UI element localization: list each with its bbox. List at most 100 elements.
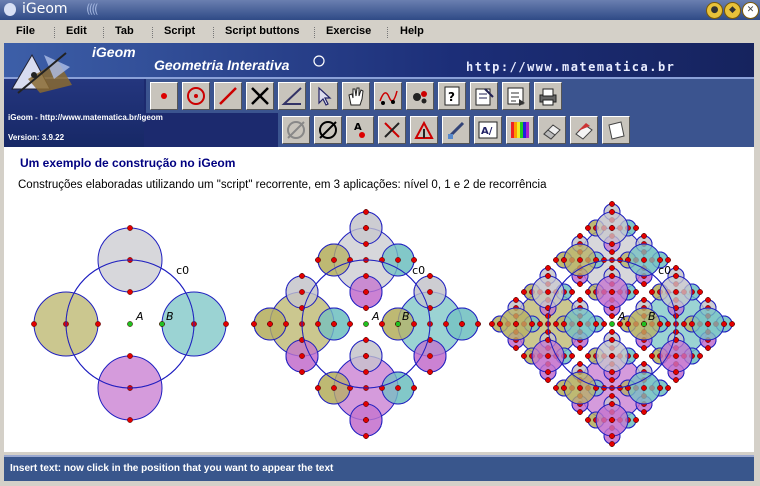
run-script-button[interactable] bbox=[502, 82, 530, 110]
construction-point[interactable] bbox=[609, 273, 615, 279]
construction-point[interactable] bbox=[657, 321, 663, 327]
angle-tool-button[interactable] bbox=[278, 82, 306, 110]
construction-point[interactable] bbox=[127, 417, 133, 423]
construction-point[interactable] bbox=[609, 417, 615, 423]
construction-point[interactable] bbox=[513, 297, 519, 303]
construction-point[interactable] bbox=[641, 345, 647, 351]
construction-point[interactable] bbox=[609, 441, 615, 447]
construction-point[interactable] bbox=[705, 297, 711, 303]
construction-point[interactable] bbox=[609, 337, 615, 343]
construction-point[interactable] bbox=[363, 337, 369, 343]
point-a[interactable] bbox=[363, 321, 369, 327]
construction-point[interactable] bbox=[649, 353, 655, 359]
construction-point[interactable] bbox=[665, 257, 671, 263]
construction-point[interactable] bbox=[577, 257, 583, 263]
construction-point[interactable] bbox=[641, 257, 647, 263]
point-b[interactable] bbox=[641, 321, 647, 327]
construction-point[interactable] bbox=[561, 321, 567, 327]
construction-point[interactable] bbox=[641, 297, 647, 303]
construction-point[interactable] bbox=[553, 257, 559, 263]
construction-point[interactable] bbox=[347, 321, 353, 327]
construction-point[interactable] bbox=[609, 265, 615, 271]
hide-object-button[interactable] bbox=[282, 116, 310, 144]
menu-tab[interactable]: Tab bbox=[115, 25, 134, 37]
menu-exercise[interactable]: Exercise bbox=[326, 25, 371, 37]
construction-point[interactable] bbox=[331, 385, 337, 391]
construction-point[interactable] bbox=[673, 353, 679, 359]
construction-point[interactable] bbox=[585, 225, 591, 231]
construction-point[interactable] bbox=[585, 417, 591, 423]
construction-point[interactable] bbox=[513, 321, 519, 327]
construction-point[interactable] bbox=[427, 353, 433, 359]
construction-point[interactable] bbox=[673, 289, 679, 295]
construction-point[interactable] bbox=[577, 233, 583, 239]
construction-point[interactable] bbox=[427, 369, 433, 375]
show-hidden-button[interactable] bbox=[314, 116, 342, 144]
construction-point[interactable] bbox=[577, 321, 583, 327]
minimize-button[interactable]: ● bbox=[706, 2, 723, 19]
clear-button[interactable] bbox=[602, 116, 630, 144]
construction-point[interactable] bbox=[633, 225, 639, 231]
construction-point[interactable] bbox=[521, 353, 527, 359]
construction-point[interactable] bbox=[641, 385, 647, 391]
print-button[interactable] bbox=[534, 82, 562, 110]
construction-point[interactable] bbox=[673, 265, 679, 271]
construction-point[interactable] bbox=[497, 321, 503, 327]
script-help-button[interactable]: ? bbox=[438, 82, 466, 110]
construction-point[interactable] bbox=[545, 353, 551, 359]
construction-point[interactable] bbox=[609, 393, 615, 399]
construction-point[interactable] bbox=[553, 385, 559, 391]
geometry-canvas[interactable]: A Bc0 A Bc0 A Bc0 bbox=[4, 147, 754, 452]
construction-point[interactable] bbox=[609, 209, 615, 215]
construction-point[interactable] bbox=[363, 289, 369, 295]
menu-edit[interactable]: Edit bbox=[66, 25, 87, 37]
construction-point[interactable] bbox=[513, 345, 519, 351]
construction-point[interactable] bbox=[577, 281, 583, 287]
construction-point[interactable] bbox=[529, 321, 535, 327]
segment-tool-button[interactable] bbox=[214, 82, 242, 110]
pointer-tool-button[interactable] bbox=[310, 82, 338, 110]
construction-point[interactable] bbox=[267, 321, 273, 327]
construction-point[interactable] bbox=[545, 369, 551, 375]
construction-point[interactable] bbox=[331, 321, 337, 327]
construction-point[interactable] bbox=[657, 385, 663, 391]
construction-point[interactable] bbox=[299, 273, 305, 279]
close-button[interactable]: ✕ bbox=[742, 2, 759, 19]
construction-point[interactable] bbox=[665, 385, 671, 391]
construction-point[interactable] bbox=[545, 265, 551, 271]
construction-point[interactable] bbox=[561, 257, 567, 263]
construction-point[interactable] bbox=[729, 321, 735, 327]
drawing-area[interactable]: A Bc0 A Bc0 A Bc0 Um exemplo de construção no… bbox=[4, 147, 754, 452]
construction-point[interactable] bbox=[641, 281, 647, 287]
locus-tool-button[interactable] bbox=[374, 82, 402, 110]
construction-point[interactable] bbox=[609, 289, 615, 295]
construction-point[interactable] bbox=[545, 377, 551, 383]
construction-point[interactable] bbox=[489, 321, 495, 327]
edit-text-button[interactable]: A/ bbox=[474, 116, 502, 144]
construction-point[interactable] bbox=[609, 433, 615, 439]
construction-point[interactable] bbox=[689, 321, 695, 327]
construction-point[interactable] bbox=[545, 273, 551, 279]
intersection-tool-button[interactable] bbox=[246, 82, 274, 110]
construction-point[interactable] bbox=[609, 369, 615, 375]
construction-point[interactable] bbox=[697, 289, 703, 295]
construction-point[interactable] bbox=[609, 401, 615, 407]
record-script-button[interactable] bbox=[470, 82, 498, 110]
construction-point[interactable] bbox=[127, 353, 133, 359]
construction-point[interactable] bbox=[577, 345, 583, 351]
construction-point[interactable] bbox=[569, 353, 575, 359]
construction-point[interactable] bbox=[363, 305, 369, 311]
maximize-button[interactable]: ◆ bbox=[724, 2, 741, 19]
construction-point[interactable] bbox=[641, 409, 647, 415]
delete-point-button[interactable] bbox=[378, 116, 406, 144]
construction-point[interactable] bbox=[585, 353, 591, 359]
construction-point[interactable] bbox=[427, 273, 433, 279]
construction-point[interactable] bbox=[625, 321, 631, 327]
construction-point[interactable] bbox=[537, 321, 543, 327]
menu-script-buttons[interactable]: Script buttons bbox=[225, 25, 300, 37]
construction-point[interactable] bbox=[315, 257, 321, 263]
construction-point[interactable] bbox=[705, 345, 711, 351]
construction-point[interactable] bbox=[411, 321, 417, 327]
construction-point[interactable] bbox=[427, 289, 433, 295]
point-a[interactable] bbox=[127, 321, 133, 327]
